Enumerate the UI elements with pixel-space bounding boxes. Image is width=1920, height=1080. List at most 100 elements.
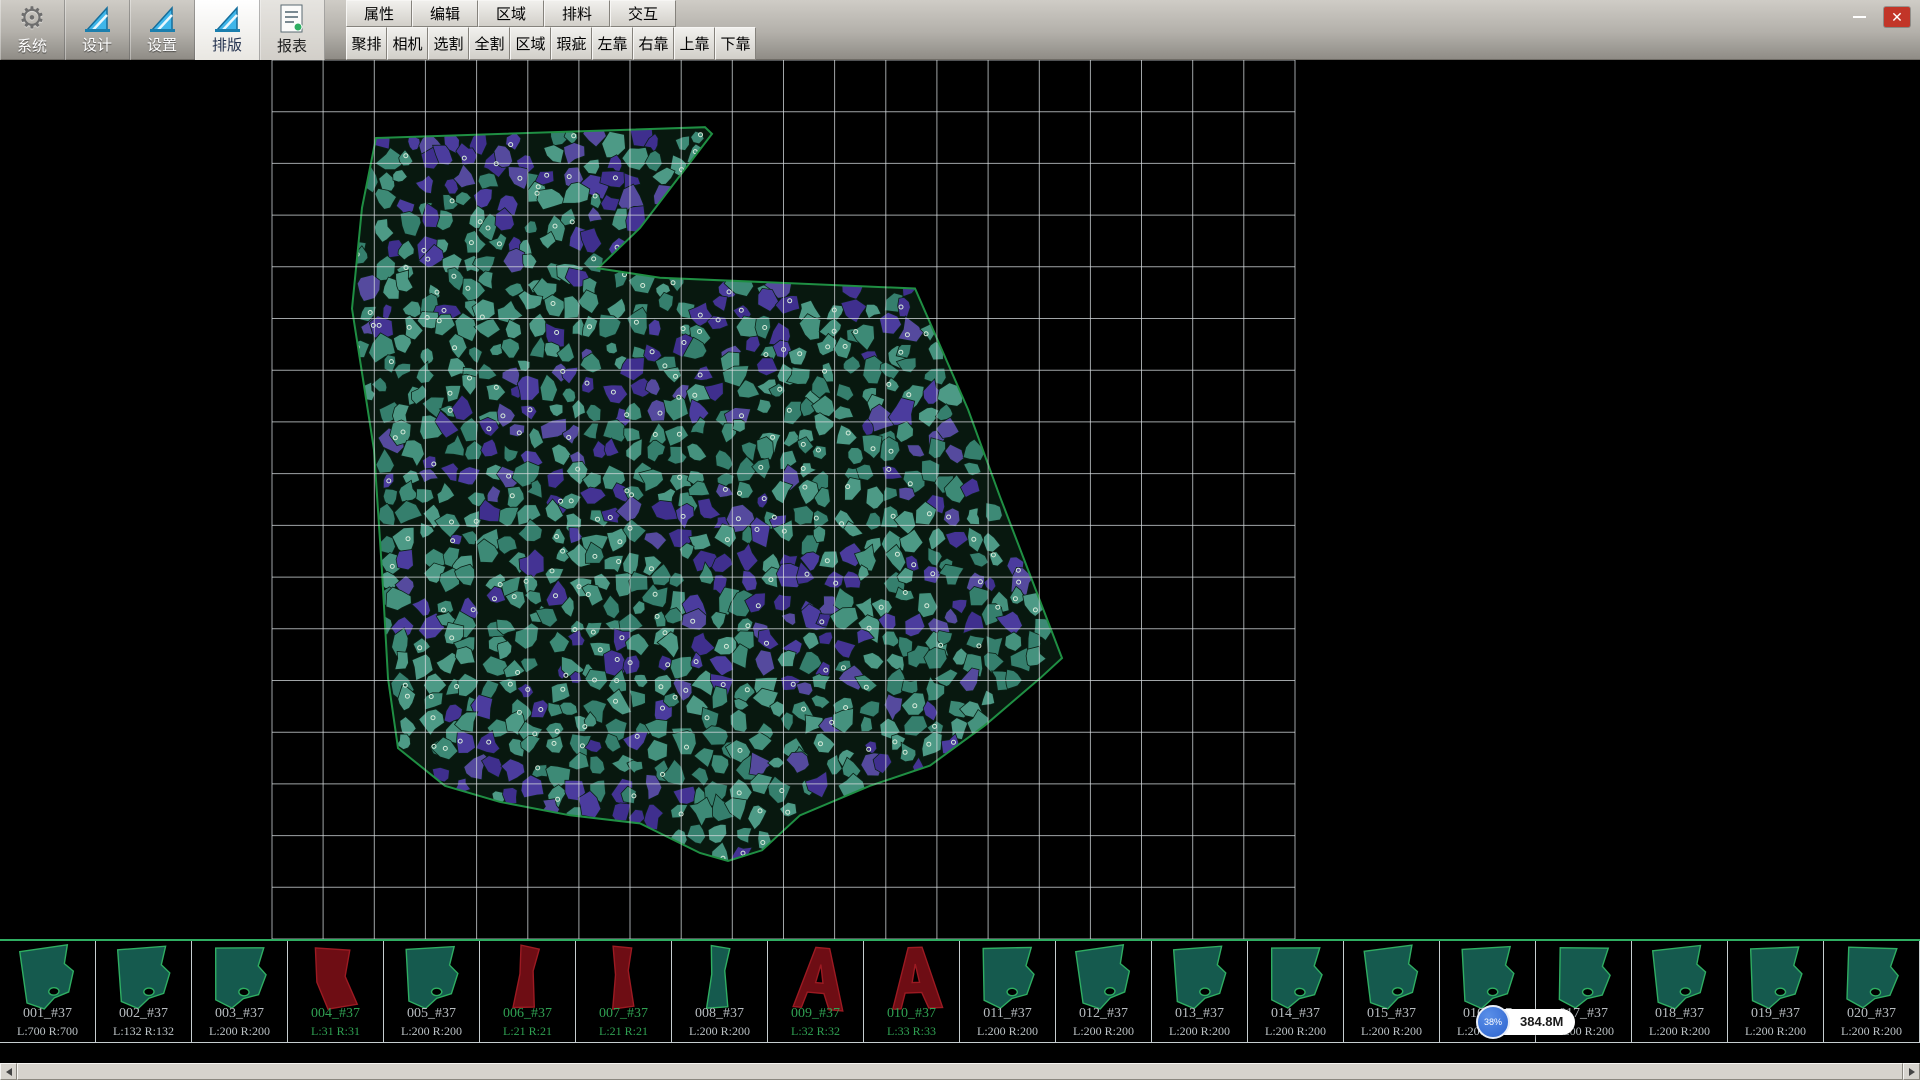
piece-thumbnail[interactable]: 014_#37 L:200 R:200	[1248, 941, 1344, 1042]
tool-button-camera[interactable]: 相机	[387, 27, 428, 60]
piece-id: 008_#37	[672, 1006, 767, 1022]
scroll-left-icon	[6, 1068, 12, 1076]
main-toolbar-buttons: ⚙系统设计设置排版 报表	[0, 0, 325, 60]
piece-id: 004_#37	[288, 1006, 383, 1022]
scroll-left-button[interactable]	[0, 1063, 17, 1080]
piece-thumbnail[interactable]: 001_#37L:700 R:700	[0, 941, 96, 1042]
tool-button-row: 聚排相机选割全割区域瑕疵左靠右靠上靠下靠	[346, 27, 756, 60]
menu-tab-edit[interactable]: 编辑	[412, 0, 478, 27]
piece-lr-count: L:200 R:200	[1728, 1024, 1823, 1039]
horizontal-scrollbar[interactable]	[0, 1063, 1920, 1080]
piece-lr-count: L:200 R:200	[1632, 1024, 1727, 1039]
piece-thumbnail[interactable]: 015_#37L:200 R:200	[1344, 941, 1440, 1042]
piece-thumbnail[interactable]: 003_#37L:200 R:200	[192, 941, 288, 1042]
piece-thumbnail[interactable]: 006_#37L:21 R:21	[480, 941, 576, 1042]
piece-lr-count: L:21 R:21	[480, 1024, 575, 1039]
piece-thumbnail[interactable]: 018_#37 L:200 R:200	[1632, 941, 1728, 1042]
piece-shape-icon	[1736, 942, 1816, 1014]
scroll-right-icon	[1909, 1068, 1915, 1076]
close-icon: ✕	[1891, 9, 1903, 26]
piece-thumbnail[interactable]: 004_#37 L:31 R:31	[288, 941, 384, 1042]
app-window: ⚙系统设计设置排版报表 属性编辑区域排料交互 聚排相机选割全割区域瑕疵左靠右靠上…	[0, 0, 1920, 1080]
minimize-icon	[1853, 16, 1866, 18]
piece-lr-count: L:32 R:32	[768, 1024, 863, 1039]
piece-thumbnail[interactable]: 020_#37 L:200 R:200	[1824, 941, 1920, 1042]
piece-id: 001_#37	[0, 1006, 95, 1022]
piece-id: 013_#37	[1152, 1006, 1247, 1022]
piece-lr-count: L:200 R:200	[960, 1024, 1055, 1039]
scroll-right-button[interactable]	[1903, 1063, 1920, 1080]
piece-id: 018_#37	[1632, 1006, 1727, 1022]
tool-button-align-left[interactable]: 左靠	[592, 27, 633, 60]
tool-button-region[interactable]: 区域	[510, 27, 551, 60]
toolbar: ⚙系统设计设置排版报表 属性编辑区域排料交互 聚排相机选割全割区域瑕疵左靠右靠上…	[0, 0, 1920, 60]
hide-nesting-view	[0, 60, 1920, 939]
tool-button-align-bottom[interactable]: 下靠	[715, 27, 756, 60]
piece-shape-icon	[872, 942, 952, 1014]
piece-lr-count: L:200 R:200	[1056, 1024, 1151, 1039]
piece-id: 019_#37	[1728, 1006, 1823, 1022]
main-button-label: 设计	[82, 34, 112, 55]
main-button-report[interactable]: 报表	[260, 0, 325, 60]
piece-shape-icon	[1544, 942, 1624, 1014]
main-button-label: 报表	[277, 35, 307, 56]
report-icon	[279, 4, 305, 34]
menu-tab-row: 属性编辑区域排料交互	[346, 0, 756, 27]
piece-thumbnail[interactable]: 005_#37 L:200 R:200	[384, 941, 480, 1042]
piece-id: 002_#37	[96, 1006, 191, 1022]
piece-id: 007_#37	[576, 1006, 671, 1022]
main-button-settings[interactable]: 设置	[130, 0, 195, 60]
piece-lr-count: L:200 R:200	[1248, 1024, 1343, 1039]
main-button-nesting[interactable]: 排版	[195, 0, 260, 60]
minimize-button[interactable]	[1846, 7, 1872, 27]
menu-tab-region[interactable]: 区域	[478, 0, 544, 27]
piece-id: 020_#37	[1824, 1006, 1919, 1022]
menu-tab-interact[interactable]: 交互	[610, 0, 676, 27]
piece-thumbnail[interactable]: 009_#37L:32 R:32	[768, 941, 864, 1042]
piece-shape-icon	[680, 942, 760, 1014]
piece-shape-icon	[488, 942, 568, 1014]
tool-button-cluster-nest[interactable]: 聚排	[346, 27, 387, 60]
main-button-design[interactable]: 设计	[65, 0, 130, 60]
piece-lr-count: L:31 R:31	[288, 1024, 383, 1039]
piece-thumbnail[interactable]: 013_#37 L:200 R:200	[1152, 941, 1248, 1042]
piece-thumbnail[interactable]: 007_#37L:21 R:21	[576, 941, 672, 1042]
piece-thumbnail[interactable]: 010_#37 L:33 R:33	[864, 941, 960, 1042]
piece-lr-count: L:200 R:200	[384, 1024, 479, 1039]
piece-id: 010_#37	[864, 1006, 959, 1022]
menu-tab-nest[interactable]: 排料	[544, 0, 610, 27]
piece-lr-count: L:200 R:200	[1152, 1024, 1247, 1039]
menu-area: 属性编辑区域排料交互 聚排相机选割全割区域瑕疵左靠右靠上靠下靠	[346, 0, 756, 60]
piece-shape-icon	[584, 942, 664, 1014]
tool-button-cut-all[interactable]: 全割	[469, 27, 510, 60]
piece-shape-icon	[1160, 942, 1240, 1014]
tool-button-align-right[interactable]: 右靠	[633, 27, 674, 60]
piece-id: 014_#37	[1248, 1006, 1343, 1022]
piece-id: 012_#37	[1056, 1006, 1151, 1022]
piece-shape-icon	[200, 942, 280, 1014]
tool-button-align-top[interactable]: 上靠	[674, 27, 715, 60]
piece-thumbnail[interactable]: 019_#37 L:200 R:200	[1728, 941, 1824, 1042]
main-button-label: 系统	[17, 35, 47, 56]
main-button-label: 排版	[212, 34, 242, 55]
scrollbar-thumb[interactable]	[17, 1063, 1903, 1080]
menu-tab-properties[interactable]: 属性	[346, 0, 412, 27]
nesting-canvas[interactable]	[0, 60, 1920, 939]
piece-lr-count: L:33 R:33	[864, 1024, 959, 1039]
close-button[interactable]: ✕	[1884, 7, 1910, 27]
piece-lr-count: L:200 R:200	[1824, 1024, 1919, 1039]
tool-button-select-cut[interactable]: 选割	[428, 27, 469, 60]
main-button-system[interactable]: ⚙系统	[0, 0, 65, 60]
piece-thumbnail[interactable]: 011_#37L:200 R:200	[960, 941, 1056, 1042]
tool-button-defect[interactable]: 瑕疵	[551, 27, 592, 60]
piece-lr-count: L:200 R:200	[1344, 1024, 1439, 1039]
piece-thumbnail[interactable]: 002_#37L:132 R:132	[96, 941, 192, 1042]
piece-shape-icon	[1256, 942, 1336, 1014]
piece-thumbnail[interactable]: 012_#37 L:200 R:200	[1056, 941, 1152, 1042]
piece-thumbnail[interactable]: 008_#37L:200 R:200	[672, 941, 768, 1042]
piece-shape-icon	[1640, 942, 1720, 1014]
cad-triangle-icon	[82, 5, 112, 33]
piece-shape-icon	[1832, 942, 1912, 1014]
piece-id: 005_#37	[384, 1006, 479, 1022]
piece-shape-icon	[104, 942, 184, 1014]
